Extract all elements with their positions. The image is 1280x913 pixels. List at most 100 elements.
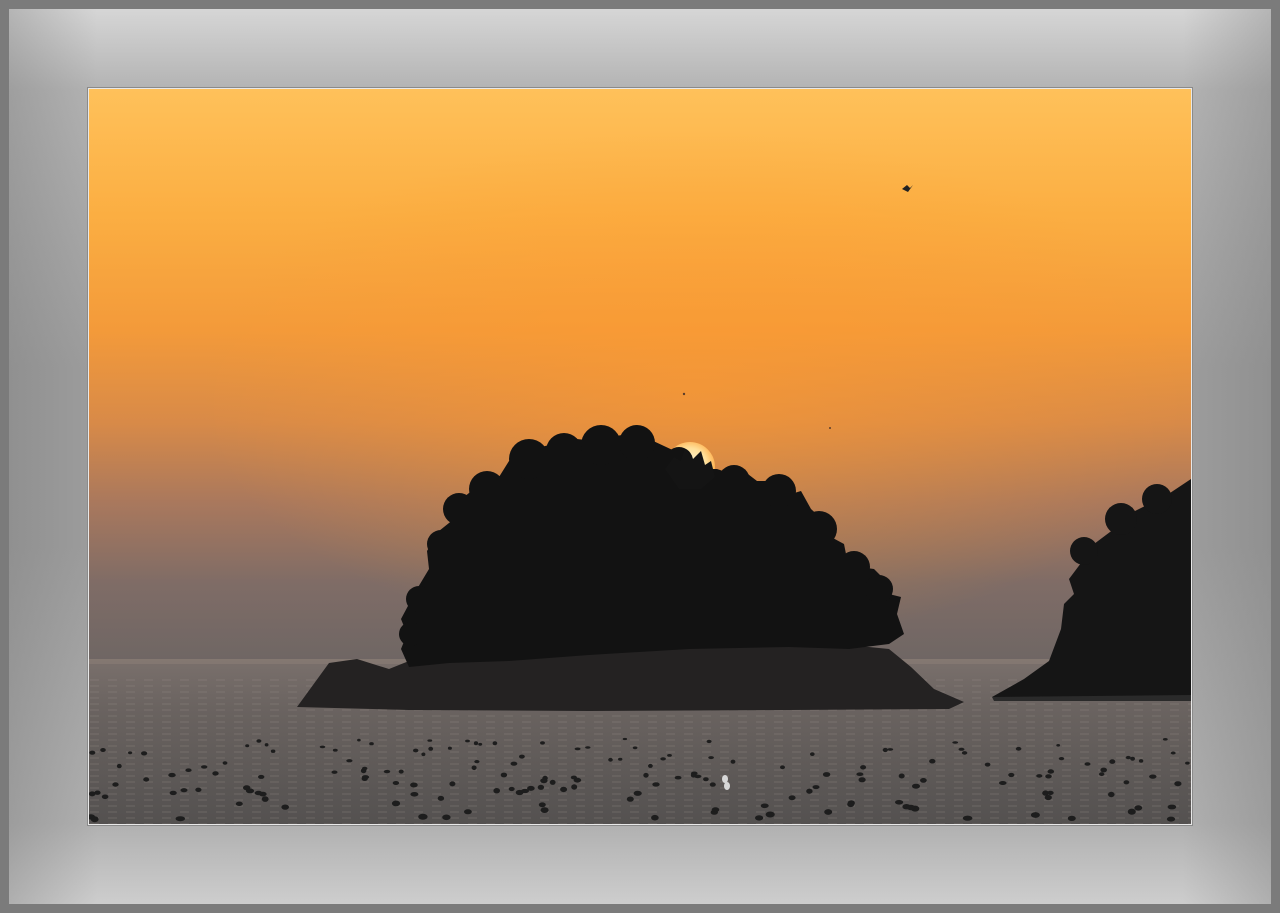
buoy (709, 782, 716, 787)
buoy (421, 752, 426, 757)
buoy (510, 761, 518, 766)
buoy (357, 738, 361, 742)
buoy (537, 784, 545, 790)
buoy (667, 754, 672, 757)
buoy (961, 751, 968, 755)
buoy (1067, 815, 1076, 822)
buoy (89, 750, 96, 755)
buoy (201, 765, 208, 769)
buoy (570, 775, 577, 780)
buoy (168, 772, 176, 778)
buoy (1174, 781, 1182, 787)
buoy (361, 775, 370, 780)
buoy (999, 781, 1007, 785)
buoy (958, 747, 965, 751)
buoy (508, 786, 515, 792)
buoy (391, 800, 401, 807)
buoy (478, 742, 483, 746)
buoy (442, 814, 451, 821)
buoy (89, 791, 96, 797)
buoy (180, 788, 188, 793)
buoy (703, 777, 709, 782)
buoy (474, 760, 480, 764)
buoy (256, 739, 262, 743)
buoy (760, 803, 769, 809)
buoy (1162, 738, 1168, 741)
buoy (1130, 756, 1135, 761)
buoy (270, 749, 276, 753)
buoy (471, 765, 477, 771)
buoy (765, 811, 775, 818)
buoy (755, 815, 764, 821)
buoy (428, 746, 434, 751)
buoy (708, 756, 714, 760)
buoy (500, 772, 508, 778)
buoy (369, 742, 374, 746)
buoy (540, 778, 548, 784)
buoy (141, 751, 148, 756)
buoy (952, 741, 959, 744)
buoy (912, 783, 920, 789)
buoy (493, 788, 501, 794)
buoy (447, 746, 452, 750)
buoy (319, 745, 326, 749)
buoy (1134, 805, 1143, 811)
buoy (1047, 769, 1055, 774)
buoy (632, 746, 638, 750)
buoy (332, 748, 338, 752)
buoy (413, 748, 419, 753)
buoy (258, 774, 265, 779)
buoy (519, 754, 525, 759)
buoy (906, 804, 916, 811)
buoy (806, 788, 813, 794)
buoy (281, 804, 289, 810)
distant-bird-icon (829, 427, 831, 429)
buoy (618, 757, 623, 761)
buoy (1084, 762, 1091, 766)
buoy (398, 769, 404, 774)
buoy (674, 775, 682, 780)
buoy (571, 784, 578, 790)
buoy (812, 785, 820, 790)
buoy (437, 795, 445, 801)
buoy (1108, 791, 1115, 798)
buoy (540, 807, 549, 813)
buoy (1149, 774, 1157, 779)
buoy (622, 737, 628, 741)
buoy (780, 765, 785, 770)
buoy (1044, 794, 1052, 801)
buoy (643, 772, 649, 778)
buoy (1099, 772, 1105, 777)
buoy (473, 741, 479, 746)
buoy (856, 772, 864, 776)
buoy (711, 807, 720, 813)
buoy (858, 777, 866, 783)
buoy (1056, 744, 1061, 747)
buoy (540, 741, 545, 745)
buoy (254, 790, 263, 796)
buoy (1167, 804, 1177, 810)
buoy (847, 801, 855, 808)
photo (88, 88, 1192, 825)
buoy (264, 743, 269, 747)
buoy (1123, 780, 1130, 785)
buoy (392, 781, 400, 785)
buoy (410, 782, 418, 788)
buoy (418, 813, 428, 820)
buoy (626, 796, 634, 802)
buoy (1047, 790, 1054, 796)
buoy (245, 788, 255, 794)
buoy (929, 758, 936, 764)
buoy (90, 816, 99, 823)
buoy (660, 757, 666, 761)
buoy (1058, 757, 1065, 761)
buoy (633, 790, 642, 796)
buoy (1036, 774, 1043, 778)
buoy (1015, 746, 1022, 751)
buoy (143, 777, 150, 782)
buoy (1166, 816, 1176, 822)
white-buoy (724, 782, 730, 790)
buoy (169, 790, 177, 796)
buoy (362, 766, 368, 771)
buoy (521, 788, 529, 794)
